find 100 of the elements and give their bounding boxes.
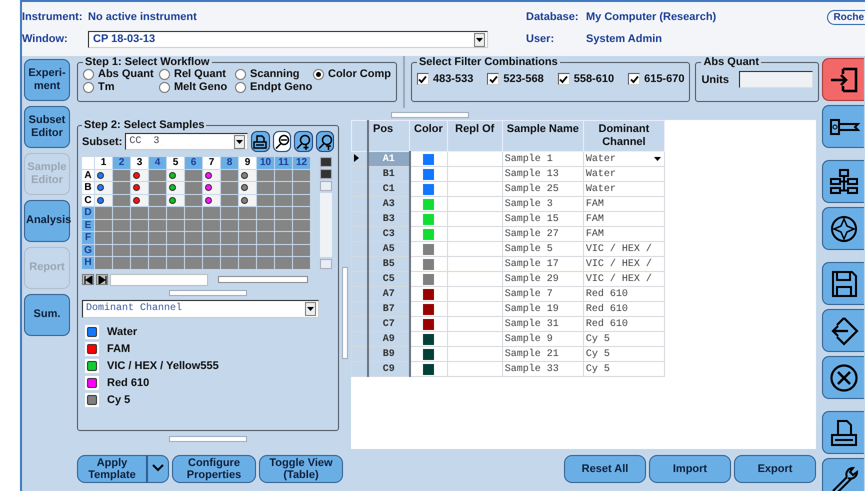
column-header[interactable]: 5: [167, 157, 184, 168]
exit-button[interactable]: [822, 58, 864, 101]
workflow-radio[interactable]: Melt Geno: [159, 81, 235, 93]
row-indicator[interactable]: [352, 152, 368, 166]
network-icon: [828, 166, 858, 196]
plate-well[interactable]: [131, 194, 148, 206]
nav-button[interactable]: Sum.: [24, 294, 70, 336]
action-button[interactable]: Toggle View (Table): [259, 455, 343, 483]
column-header[interactable]: 1: [95, 157, 112, 168]
plate-well[interactable]: [167, 194, 184, 206]
first-button[interactable]: [82, 274, 94, 285]
table-cell: Red 610: [583, 316, 664, 332]
units-field[interactable]: [738, 71, 813, 88]
zoom-in-button[interactable]: [294, 131, 313, 152]
plate-well[interactable]: [167, 170, 184, 181]
nav-button[interactable]: Experi-ment: [24, 59, 70, 101]
action-button[interactable]: Export: [734, 455, 816, 483]
table-cell: Sample 13: [502, 166, 584, 182]
column-header[interactable]: 2: [113, 157, 130, 168]
key-button[interactable]: [822, 105, 864, 148]
splitter-handle[interactable]: [342, 267, 348, 359]
column-header[interactable]: 10: [257, 157, 274, 168]
close-button[interactable]: [822, 356, 864, 399]
channel-dropdown[interactable]: Water: [583, 152, 664, 166]
table-cell: B9: [368, 346, 410, 362]
column-header[interactable]: 12: [293, 157, 310, 168]
column-header[interactable]: 3: [131, 157, 148, 168]
column-header[interactable]: 11: [275, 157, 292, 168]
plate-well[interactable]: [203, 170, 220, 181]
nav-button[interactable]: Analysis: [24, 200, 70, 242]
column-header[interactable]: Sample Name: [502, 120, 584, 152]
row-header[interactable]: G: [82, 244, 94, 256]
column-header[interactable]: Color: [410, 120, 448, 152]
compass-button[interactable]: [822, 207, 864, 250]
filter-checkbox[interactable]: 558-610: [558, 73, 614, 85]
column-header[interactable]: Dominant Channel: [583, 120, 664, 152]
arrow-button[interactable]: [822, 309, 864, 352]
workflow-radio[interactable]: Rel Quant: [159, 68, 235, 80]
scroll-bar[interactable]: [110, 274, 208, 286]
scroll-bar[interactable]: [320, 157, 332, 268]
network-button[interactable]: [822, 160, 864, 203]
action-button[interactable]: Apply Template: [77, 455, 147, 483]
nav-button[interactable]: Subset Editor: [24, 106, 70, 148]
splitter-handle[interactable]: [391, 112, 469, 118]
caret-icon: [652, 155, 662, 163]
row-header[interactable]: A: [82, 170, 94, 181]
filter-checkbox[interactable]: 483-533: [416, 73, 474, 85]
row-header[interactable]: D: [82, 207, 94, 218]
column-header[interactable]: 9: [239, 157, 256, 168]
action-button[interactable]: Import: [649, 455, 731, 483]
plate-well[interactable]: [239, 194, 256, 206]
last-button[interactable]: [96, 274, 108, 285]
workflow-radio[interactable]: Endpt Geno: [235, 81, 313, 93]
print-button[interactable]: [251, 131, 270, 152]
workflow-radio[interactable]: Scanning: [235, 68, 313, 80]
plate-well[interactable]: [131, 182, 148, 194]
plate-well[interactable]: [95, 194, 112, 206]
column-header[interactable]: 4: [149, 157, 166, 168]
plate-well[interactable]: [167, 182, 184, 194]
channel-dropdown[interactable]: Dominant Channel: [82, 300, 319, 318]
plate-well[interactable]: [239, 170, 256, 181]
column-header[interactable]: 6: [185, 157, 202, 168]
column-header[interactable]: Pos: [368, 120, 410, 152]
plate-well[interactable]: [203, 194, 220, 206]
column-header[interactable]: 7: [203, 157, 220, 168]
column-header[interactable]: Repl Of: [447, 120, 502, 152]
zoom-out-button[interactable]: [272, 131, 292, 152]
action-button[interactable]: Configure Properties: [172, 455, 256, 483]
filter-checkbox[interactable]: 523-568: [487, 73, 544, 85]
column-header[interactable]: 8: [221, 157, 238, 168]
row-header[interactable]: E: [82, 220, 94, 231]
dropdown-button[interactable]: [147, 455, 169, 483]
plate-well[interactable]: [239, 182, 256, 194]
print-button[interactable]: [822, 411, 864, 454]
row-header[interactable]: C: [82, 194, 94, 206]
wrench-button[interactable]: [822, 458, 864, 491]
plate-well[interactable]: [203, 182, 220, 194]
workflow-radio[interactable]: Color Comp: [313, 68, 391, 80]
table-cell: B7: [368, 302, 410, 316]
window-dropdown[interactable]: CP 18-03-13: [88, 30, 488, 48]
splitter-handle[interactable]: [402, 56, 405, 108]
table-cell: Cy 5: [583, 346, 664, 362]
table-cell: VIC / HEX /: [583, 256, 664, 272]
plate-well[interactable]: [95, 170, 112, 181]
plate-well[interactable]: [131, 170, 148, 181]
plate-well[interactable]: [95, 182, 112, 194]
row-header[interactable]: B: [82, 182, 94, 194]
workflow-radio[interactable]: Abs Quant: [83, 68, 159, 80]
workflow-radio[interactable]: Tm: [83, 81, 159, 93]
field-label: Instrument:: [22, 11, 84, 23]
splitter-handle[interactable]: [169, 436, 247, 442]
magnifier-button[interactable]: [316, 131, 334, 152]
row-pointer-icon: [354, 154, 359, 162]
filter-checkbox[interactable]: 615-670: [628, 73, 684, 85]
action-button[interactable]: Reset All: [564, 455, 646, 483]
subset-dropdown[interactable]: CC 3: [125, 133, 248, 150]
splitter-handle[interactable]: [169, 290, 247, 296]
save-button[interactable]: [822, 262, 864, 305]
row-header[interactable]: H: [82, 257, 94, 268]
row-header[interactable]: F: [82, 232, 94, 244]
